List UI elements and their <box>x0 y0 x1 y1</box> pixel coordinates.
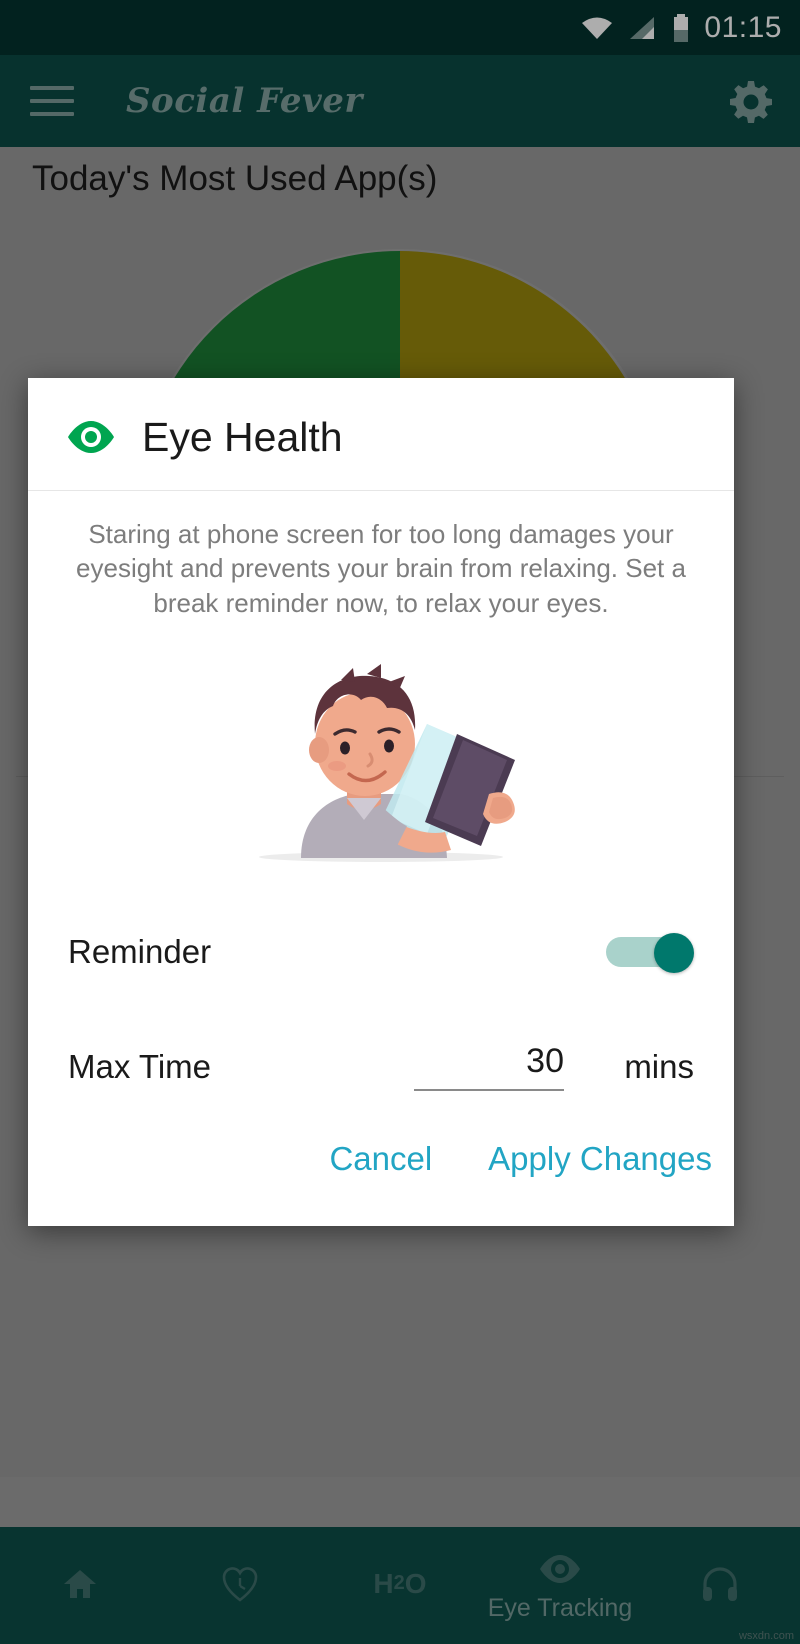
boy-looking-at-tablet-illustration <box>28 638 734 868</box>
dialog-header: Eye Health <box>28 378 734 491</box>
max-time-unit: mins <box>624 1047 694 1085</box>
dialog-title: Eye Health <box>142 413 343 460</box>
toggle-knob <box>654 932 694 973</box>
max-time-row: Max Time 30 mins <box>28 1012 734 1122</box>
reminder-label: Reminder <box>68 932 212 970</box>
dialog-description: Staring at phone screen for too long dam… <box>76 519 686 618</box>
max-time-input[interactable]: 30 <box>414 1042 564 1092</box>
eye-health-dialog: Eye Health Staring at phone screen for t… <box>28 378 734 1226</box>
reminder-row: Reminder <box>28 892 734 1012</box>
apply-changes-button[interactable]: Apply Changes <box>488 1140 712 1178</box>
dialog-actions: Cancel Apply Changes <box>28 1122 734 1208</box>
eye-icon <box>66 412 116 462</box>
cancel-button[interactable]: Cancel <box>329 1140 432 1178</box>
max-time-label: Max Time <box>68 1047 212 1085</box>
reminder-toggle[interactable] <box>606 932 694 973</box>
phone-screen: Today's Most Used App(s) 01:15 Social Fe… <box>0 0 800 1644</box>
